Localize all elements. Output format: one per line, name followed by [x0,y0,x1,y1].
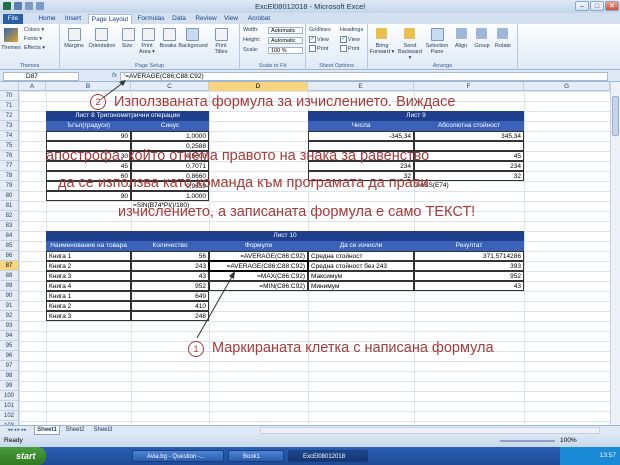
vertical-scrollbar[interactable] [610,82,620,425]
annotation-marker-1: 1 [188,341,204,357]
sheet-tab-2[interactable]: Sheet2 [62,426,88,435]
sheet-tab-3[interactable]: Sheet3 [90,426,116,435]
annotation-line-4: изчислението, а записаната формула е сам… [118,204,476,220]
annotation-line-3: да се използва като команда към програма… [58,175,429,191]
zoom-level[interactable]: 100% [560,437,577,444]
zoom-slider[interactable] [500,440,555,442]
annotation-arrows [99,80,235,339]
annotation-line-1: Използваната формула за изчислението. Ви… [114,94,456,110]
annotation-line-2: апострофа, който отнема правото на знака… [46,148,430,164]
scroll-thumb[interactable] [612,96,619,136]
sheet-tab-1[interactable]: Sheet1 [34,426,60,435]
annotation-note-1: Маркираната клетка с написана формула [212,340,494,356]
sheet-nav-arrows[interactable]: ◂◂ ◂ ▸ ▸▸ [4,426,30,435]
taskbar-item-browser[interactable]: Avia.bg - Question -... [132,450,224,462]
annotation-marker-2: 2 [90,94,106,110]
horizontal-scrollbar[interactable] [260,427,600,434]
status-bar: Ready 100% [0,435,620,447]
start-button[interactable]: start [0,447,46,465]
arrow-head-1 [229,271,235,279]
status-ready: Ready [4,437,23,444]
taskbar-item-excel[interactable]: ExcEl08012018 [288,450,368,462]
taskbar: start Avia.bg - Question -... Book1 ExcE… [0,447,620,465]
system-clock: 13:57 [560,447,620,465]
taskbar-item-book1[interactable]: Book1 [228,450,284,462]
arrow-line-1 [196,274,234,339]
sheet-tab-bar: ◂◂ ◂ ▸ ▸▸ Sheet1 Sheet2 Sheet3 [0,425,620,435]
